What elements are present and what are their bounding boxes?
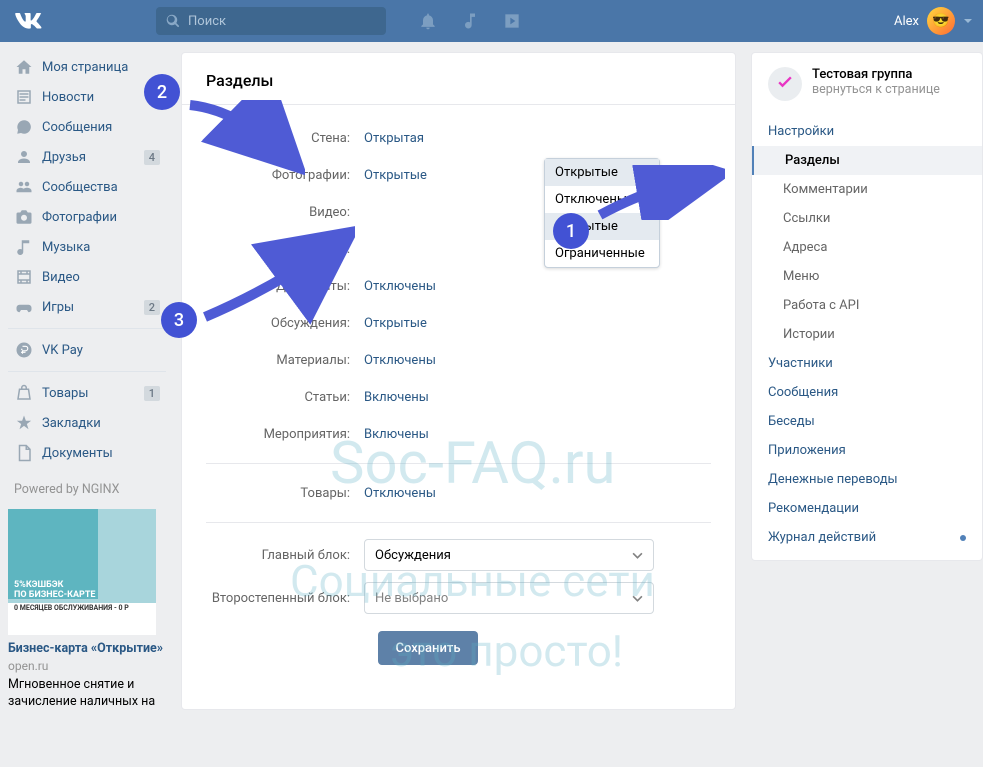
doc-icon <box>14 443 34 463</box>
ad-domain: open.ru <box>8 659 166 673</box>
avatar: 😎 <box>927 7 955 35</box>
val-docs[interactable]: Отключены <box>364 279 436 294</box>
star-icon <box>14 413 34 433</box>
nav-bookmarks[interactable]: Закладки <box>8 408 166 438</box>
callout-3: 3 <box>161 302 197 338</box>
powered-by: Powered by NGINX <box>14 482 166 497</box>
val-articles[interactable]: Включены <box>364 390 429 405</box>
menu-chats[interactable]: Беседы <box>768 407 966 436</box>
right-sidebar: Тестовая группа вернуться к странице Нас… <box>751 52 983 710</box>
film-icon <box>14 267 34 287</box>
label-articles: Статьи: <box>206 390 364 405</box>
ad-title: Бизнес-карта «Открытие» <box>8 641 166 657</box>
menu-links[interactable]: Ссылки <box>768 204 966 233</box>
nav-communities[interactable]: Сообщества <box>8 172 166 202</box>
label-sec-block: Второстепенный блок: <box>206 591 364 606</box>
user-menu[interactable]: Alex 😎 <box>894 7 973 35</box>
menu-addresses[interactable]: Адреса <box>768 233 966 262</box>
nav-photos[interactable]: Фотографии <box>8 202 166 232</box>
label-materials: Материалы: <box>206 353 364 368</box>
chevron-down-icon <box>632 550 643 561</box>
select-main-block[interactable]: Обсуждения <box>364 539 654 571</box>
badge: 2 <box>144 300 160 315</box>
val-events[interactable]: Включены <box>364 427 429 442</box>
label-events: Мероприятия: <box>206 427 364 442</box>
callout-1: 1 <box>553 213 589 249</box>
menu-stories[interactable]: Истории <box>768 320 966 349</box>
bell-icon[interactable] <box>416 9 440 33</box>
chevron-down-icon <box>632 593 643 604</box>
val-materials[interactable]: Отключены <box>364 353 436 368</box>
new-dot-icon <box>960 535 966 541</box>
badge: 1 <box>144 386 160 401</box>
val-wall[interactable]: Открытая <box>364 131 424 146</box>
nav-news[interactable]: Новости <box>8 82 166 112</box>
music-note-icon[interactable] <box>458 9 482 33</box>
vk-logo[interactable] <box>10 3 46 39</box>
val-products[interactable]: Отключены <box>364 486 436 501</box>
nav-documents[interactable]: Документы <box>8 438 166 468</box>
label-main-block: Главный блок: <box>206 548 364 563</box>
menu-log[interactable]: Журнал действий <box>768 523 966 552</box>
badge: 4 <box>144 150 160 165</box>
menu-messages[interactable]: Сообщения <box>768 378 966 407</box>
topbar: Поиск Alex 😎 <box>0 0 983 42</box>
group-return: вернуться к странице <box>812 82 940 97</box>
nav-music[interactable]: Музыка <box>8 232 166 262</box>
callout-2: 2 <box>144 74 180 110</box>
label-video: Видео: <box>206 205 364 220</box>
users-icon <box>14 177 34 197</box>
menu-menu[interactable]: Меню <box>768 262 966 291</box>
nav-friends[interactable]: Друзья4 <box>8 142 166 172</box>
arrow-2 <box>185 100 305 179</box>
news-icon <box>14 87 34 107</box>
nav-my-page[interactable]: Моя страница <box>8 52 166 82</box>
music-icon <box>14 237 34 257</box>
left-nav: Моя страница Новости Сообщения Друзья4 С… <box>8 52 166 710</box>
val-photos[interactable]: Открытые <box>364 168 427 183</box>
camera-icon <box>14 207 34 227</box>
search-icon <box>166 14 180 28</box>
ad-block[interactable]: 5%КЭШБЭКПО БИЗНЕС-КАРТЕ 0 МЕСЯЦЕВ ОБСЛУЖ… <box>8 509 166 710</box>
user-icon <box>14 147 34 167</box>
select-sec-block[interactable]: Не выбрано <box>364 582 654 614</box>
nav-games[interactable]: Игры2 <box>8 292 166 322</box>
menu-members[interactable]: Участники <box>768 349 966 378</box>
search-input[interactable]: Поиск <box>156 7 386 35</box>
menu-apps[interactable]: Приложения <box>768 436 966 465</box>
label-products: Товары: <box>206 486 364 501</box>
menu-api[interactable]: Работа с API <box>768 291 966 320</box>
save-button[interactable]: Сохранить <box>378 631 478 665</box>
nav-products[interactable]: Товары1 <box>8 378 166 408</box>
chevron-down-icon <box>963 16 973 26</box>
ad-desc: Мгновенное снятие и зачисление наличных … <box>8 677 166 710</box>
nav-video[interactable]: Видео <box>8 262 166 292</box>
arrow-3 <box>200 225 355 329</box>
play-box-icon[interactable] <box>500 9 524 33</box>
settings-menu: Настройки Разделы Комментарии Ссылки Адр… <box>768 117 966 552</box>
menu-recs[interactable]: Рекомендации <box>768 494 966 523</box>
group-avatar <box>768 67 802 101</box>
group-header[interactable]: Тестовая группа вернуться к странице <box>768 67 966 101</box>
menu-sections[interactable]: Разделы <box>752 146 982 175</box>
top-actions <box>416 9 524 33</box>
bag-icon <box>14 383 34 403</box>
ad-image: 5%КЭШБЭКПО БИЗНЕС-КАРТЕ 0 МЕСЯЦЕВ ОБСЛУЖ… <box>8 509 156 635</box>
ruble-icon <box>14 340 34 360</box>
home-icon <box>14 57 34 77</box>
menu-settings[interactable]: Настройки <box>768 117 966 146</box>
nav-vk-pay[interactable]: VK Pay <box>8 335 166 365</box>
menu-transfers[interactable]: Денежные переводы <box>768 465 966 494</box>
group-name: Тестовая группа <box>812 67 940 82</box>
nav-messages[interactable]: Сообщения <box>8 112 166 142</box>
chat-icon <box>14 117 34 137</box>
arrow-1 <box>595 165 725 224</box>
page-title: Разделы <box>182 53 735 105</box>
gamepad-icon <box>14 297 34 317</box>
menu-comments[interactable]: Комментарии <box>768 175 966 204</box>
val-discuss[interactable]: Открытые <box>364 316 427 331</box>
